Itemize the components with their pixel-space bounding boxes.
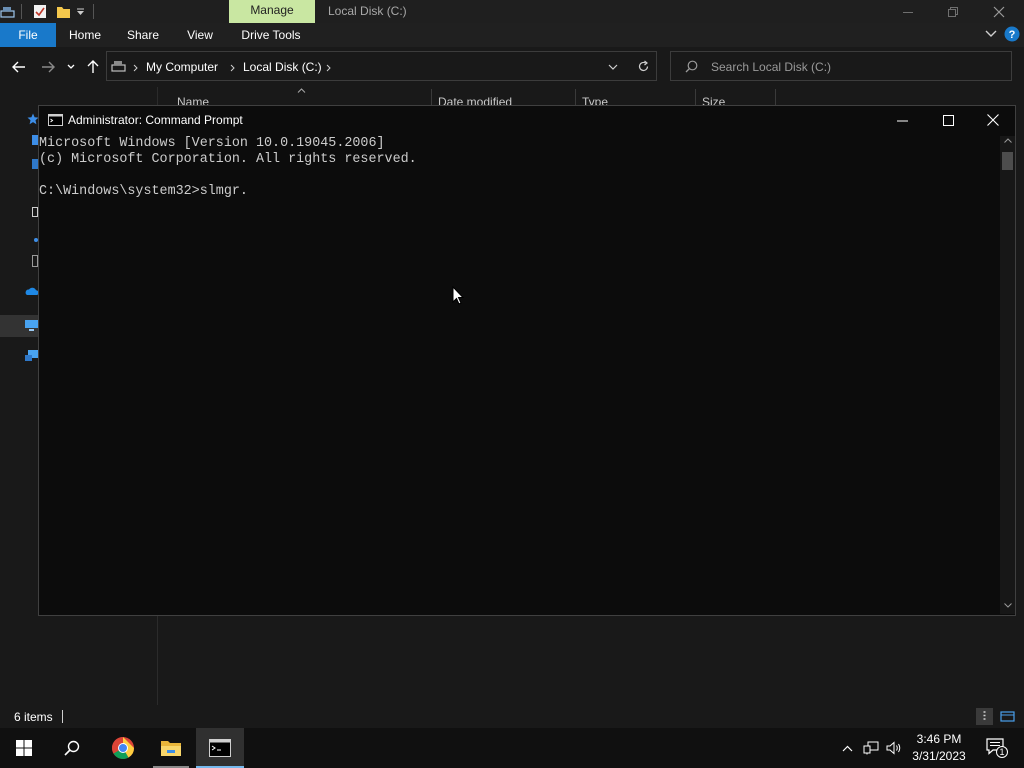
close-button[interactable] xyxy=(976,0,1022,23)
customize-quick-access-icon[interactable] xyxy=(76,8,85,16)
cmd-minimize-button[interactable] xyxy=(879,106,925,134)
speaker-icon xyxy=(886,741,901,755)
minimize-icon xyxy=(903,11,913,13)
status-bar: 6 items xyxy=(0,705,1024,728)
action-center-button[interactable]: 1 xyxy=(978,728,1016,768)
console-prompt-line[interactable]: C:\Windows\system32>slmgr. xyxy=(39,184,999,200)
chevron-up-icon xyxy=(842,745,852,751)
restore-button[interactable] xyxy=(930,0,976,23)
divider xyxy=(21,4,22,19)
cmd-maximize-button[interactable] xyxy=(925,106,971,134)
forward-button[interactable] xyxy=(37,57,59,77)
up-button[interactable] xyxy=(82,57,104,77)
clock-date: 3/31/2023 xyxy=(912,749,966,763)
properties-icon[interactable] xyxy=(33,4,47,19)
drive-icon xyxy=(111,59,127,73)
search-button[interactable] xyxy=(48,728,96,768)
breadcrumb-local-disk[interactable]: Local Disk (C:) xyxy=(243,60,322,74)
tab-home[interactable]: Home xyxy=(64,23,106,47)
chrome-icon xyxy=(112,737,134,759)
minimize-icon xyxy=(896,120,908,121)
drive-icon xyxy=(0,5,16,19)
minimize-button[interactable] xyxy=(885,0,931,23)
divider xyxy=(62,710,63,723)
item-count: 6 items xyxy=(14,710,53,724)
address-bar[interactable]: My Computer Local Disk (C:) xyxy=(106,51,657,81)
navigation-bar: My Computer Local Disk (C:) Search Local… xyxy=(0,47,1024,87)
show-hidden-icons-button[interactable] xyxy=(838,728,856,768)
network-icon[interactable] xyxy=(24,349,39,363)
tab-share[interactable]: Share xyxy=(122,23,164,47)
mouse-pointer-icon xyxy=(452,286,464,305)
chrome-taskbar-button[interactable] xyxy=(99,728,147,768)
search-input[interactable]: Search Local Disk (C:) xyxy=(670,51,1012,81)
clock-time: 3:46 PM xyxy=(916,732,962,746)
cmd-close-button[interactable] xyxy=(970,106,1016,134)
chevron-right-icon xyxy=(133,64,138,72)
close-icon xyxy=(993,6,1005,17)
new-folder-icon[interactable] xyxy=(56,4,71,19)
breadcrumb-my-computer[interactable]: My Computer xyxy=(146,60,218,74)
windows-logo-icon xyxy=(16,740,32,756)
console-output[interactable]: Microsoft Windows [Version 10.0.19045.20… xyxy=(39,136,999,614)
cmd-scrollbar[interactable] xyxy=(1000,136,1015,614)
chevron-right-icon xyxy=(326,64,331,72)
console-line: Microsoft Windows [Version 10.0.19045.20… xyxy=(39,136,385,151)
console-line: (c) Microsoft Corporation. All rights re… xyxy=(39,152,417,167)
cmd-app-icon[interactable] xyxy=(48,114,63,126)
help-icon[interactable]: ? xyxy=(1004,26,1020,42)
command-prompt-window[interactable]: Administrator: Command Prompt Microsoft … xyxy=(38,105,1016,616)
network-icon xyxy=(863,741,879,755)
taskbar: 3:46 PM 3/31/2023 1 xyxy=(0,728,1024,768)
this-pc-icon xyxy=(24,319,39,332)
recent-locations-button[interactable] xyxy=(61,57,81,77)
window-title: Local Disk (C:) xyxy=(328,4,407,18)
back-button[interactable] xyxy=(8,57,30,77)
refresh-icon[interactable] xyxy=(637,60,650,73)
scroll-thumb[interactable] xyxy=(1002,152,1013,170)
sort-ascending-icon xyxy=(297,88,306,93)
start-button[interactable] xyxy=(0,728,48,768)
scroll-up-icon[interactable] xyxy=(1004,138,1012,143)
search-placeholder: Search Local Disk (C:) xyxy=(711,60,832,74)
explorer-title-bar: Manage Local Disk (C:) xyxy=(0,0,1024,23)
chevron-down-icon xyxy=(67,64,75,69)
folder-icon xyxy=(161,741,181,756)
up-arrow-icon xyxy=(87,60,99,73)
cmd-taskbar-button[interactable] xyxy=(196,728,244,768)
tab-file[interactable]: File xyxy=(0,23,56,47)
close-icon xyxy=(987,114,999,126)
cmd-app-icon xyxy=(209,739,231,757)
tab-view[interactable]: View xyxy=(182,23,218,47)
volume-button[interactable] xyxy=(884,728,904,768)
back-arrow-icon xyxy=(12,61,25,73)
tab-manage[interactable]: Manage xyxy=(229,0,315,23)
maximize-icon xyxy=(942,114,954,126)
file-explorer-taskbar-button[interactable] xyxy=(147,728,195,768)
ribbon-tabs: File Home Share View Drive Tools ? xyxy=(0,23,1024,47)
search-icon xyxy=(685,60,698,73)
divider xyxy=(93,4,94,19)
clock[interactable]: 3:46 PM 3/31/2023 xyxy=(906,731,972,765)
search-icon xyxy=(64,740,80,756)
restore-icon xyxy=(948,6,958,17)
cmd-title-bar[interactable]: Administrator: Command Prompt xyxy=(39,106,1015,134)
network-status-button[interactable] xyxy=(861,728,881,768)
chevron-right-icon xyxy=(230,64,235,72)
scroll-down-icon[interactable] xyxy=(1004,603,1012,608)
svg-text:?: ? xyxy=(1009,29,1016,41)
details-view-icon xyxy=(983,711,986,720)
forward-arrow-icon xyxy=(42,61,55,73)
details-view-button[interactable] xyxy=(976,708,993,725)
notification-count-badge: 1 xyxy=(999,747,1005,757)
large-icons-view-button[interactable] xyxy=(999,708,1016,725)
onedrive-icon[interactable] xyxy=(24,287,39,296)
cmd-window-title: Administrator: Command Prompt xyxy=(68,113,243,127)
expand-ribbon-icon[interactable] xyxy=(985,29,997,39)
address-history-chevron-icon[interactable] xyxy=(608,64,618,70)
large-icons-view-icon xyxy=(1000,711,1015,722)
tab-drive-tools[interactable]: Drive Tools xyxy=(238,23,304,47)
